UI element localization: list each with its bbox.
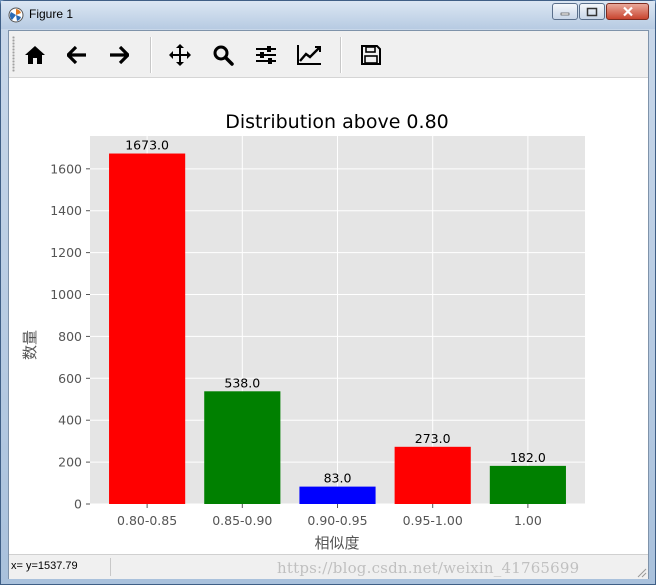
edit-axis-button[interactable] bbox=[293, 39, 325, 71]
chart-title: Distribution above 0.80 bbox=[225, 111, 449, 133]
y-tick-label: 200 bbox=[58, 455, 82, 470]
pan-button[interactable] bbox=[164, 39, 196, 71]
y-tick-label: 1400 bbox=[50, 203, 82, 218]
forward-button[interactable] bbox=[103, 39, 135, 71]
zoom-button[interactable] bbox=[207, 39, 239, 71]
y-tick-label: 400 bbox=[58, 413, 82, 428]
bar-data-label: 1673.0 bbox=[125, 138, 169, 153]
move-icon bbox=[169, 44, 191, 66]
bar-data-label: 83.0 bbox=[324, 471, 352, 486]
minimize-icon bbox=[560, 12, 570, 15]
maximize-icon bbox=[586, 7, 598, 16]
bar-chart: Distribution above 0.80 0 200 400 600 800 100… bbox=[21, 111, 585, 552]
figure-window: Figure 1 Distribution above 0.80 0 200 4… bbox=[0, 0, 656, 585]
bar bbox=[489, 465, 566, 504]
x-tick-label: 0.80-0.85 bbox=[117, 513, 177, 528]
toolbar-grip[interactable] bbox=[12, 36, 15, 72]
y-tick-label: 1600 bbox=[50, 161, 82, 176]
maximize-button[interactable] bbox=[579, 3, 605, 20]
home-icon bbox=[25, 46, 45, 64]
sliders-icon bbox=[256, 46, 276, 64]
y-tick-label: 1000 bbox=[50, 287, 82, 302]
y-tick-label: 600 bbox=[58, 371, 82, 386]
home-button[interactable] bbox=[19, 39, 51, 71]
figure-client-area: Distribution above 0.80 0 200 400 600 800 100… bbox=[8, 30, 649, 579]
floppy-disk-icon bbox=[361, 45, 381, 65]
y-tick-label: 1200 bbox=[50, 245, 82, 260]
line-chart-icon bbox=[297, 45, 321, 65]
resize-grip-icon[interactable] bbox=[635, 566, 647, 578]
bar bbox=[109, 153, 186, 504]
bar-data-label: 273.0 bbox=[415, 431, 451, 446]
save-button[interactable] bbox=[355, 39, 387, 71]
close-icon bbox=[622, 6, 633, 17]
close-button[interactable] bbox=[606, 3, 649, 20]
y-axis-label: 数量 bbox=[21, 330, 39, 360]
bar bbox=[299, 486, 376, 504]
bar-data-label: 182.0 bbox=[510, 450, 546, 465]
x-tick-label: 0.95-1.00 bbox=[403, 513, 463, 528]
bar bbox=[204, 391, 281, 504]
status-bar: x= y=1537.79 https://blog.csdn.net/weixi… bbox=[9, 554, 648, 579]
bar bbox=[394, 446, 471, 504]
navigation-toolbar bbox=[9, 31, 648, 78]
title-bar[interactable]: Figure 1 bbox=[1, 1, 655, 29]
minimize-button[interactable] bbox=[552, 3, 578, 20]
x-tick-label: 0.85-0.90 bbox=[212, 513, 272, 528]
back-button[interactable] bbox=[61, 39, 93, 71]
window-title: Figure 1 bbox=[29, 7, 74, 21]
arrow-right-icon bbox=[110, 46, 129, 64]
x-tick-label: 1.00 bbox=[514, 513, 542, 528]
arrow-left-icon bbox=[67, 46, 86, 64]
watermark-text: https://blog.csdn.net/weixin_41765699 bbox=[277, 559, 580, 577]
toolbar-separator bbox=[150, 37, 152, 73]
y-tick-label: 800 bbox=[58, 329, 82, 344]
cursor-coordinates: x= y=1537.79 bbox=[11, 560, 78, 572]
x-axis-label: 相似度 bbox=[314, 534, 359, 552]
subplots-button[interactable] bbox=[250, 39, 282, 71]
x-tick-label: 0.90-0.95 bbox=[307, 513, 367, 528]
matplotlib-logo-icon bbox=[8, 7, 24, 23]
bar-data-label: 538.0 bbox=[224, 375, 260, 390]
magnifier-icon bbox=[213, 45, 234, 66]
status-divider bbox=[110, 558, 111, 576]
y-tick-label: 0 bbox=[74, 497, 82, 512]
toolbar-separator bbox=[340, 37, 342, 73]
figure-canvas[interactable]: Distribution above 0.80 0 200 400 600 800 100… bbox=[9, 78, 648, 554]
